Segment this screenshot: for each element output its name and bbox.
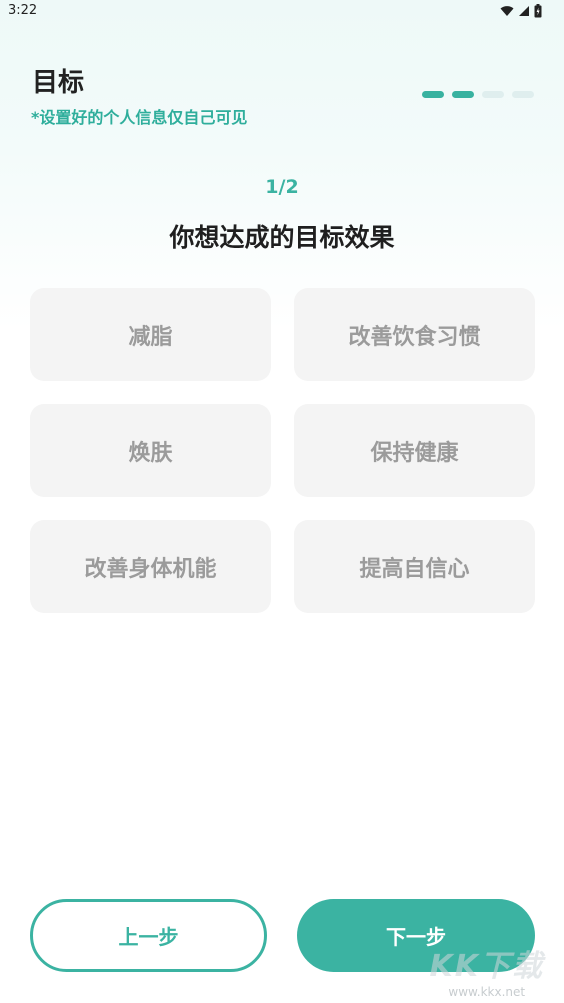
progress-dot	[452, 91, 474, 98]
battery-icon	[534, 4, 542, 18]
goal-option-fat-loss[interactable]: 减脂	[30, 288, 271, 381]
goal-option-boost-confidence[interactable]: 提高自信心	[294, 520, 535, 613]
goal-option-stay-healthy[interactable]: 保持健康	[294, 404, 535, 497]
watermark: KK下载 www.kkx.net	[430, 941, 545, 999]
progress-dot	[422, 91, 444, 98]
status-bar: 3:22	[0, 0, 564, 24]
previous-step-button[interactable]: 上一步	[30, 899, 267, 972]
wifi-icon	[500, 6, 514, 16]
watermark-logo: KK下载	[429, 949, 544, 984]
question-prompt: 你想达成的目标效果	[169, 223, 395, 252]
status-time: 3:22	[8, 3, 38, 18]
page-title: 目标	[32, 68, 85, 98]
progress-indicator	[422, 91, 534, 98]
goal-option-improve-diet[interactable]: 改善饮食习惯	[294, 288, 535, 381]
goal-option-skin-renewal[interactable]: 焕肤	[30, 404, 271, 497]
progress-dot	[482, 91, 504, 98]
goal-options-grid: 减脂 改善饮食习惯 焕肤 保持健康 改善身体机能 提高自信心	[30, 288, 535, 613]
system-icons	[500, 4, 542, 18]
goal-option-improve-body-function[interactable]: 改善身体机能	[30, 520, 271, 613]
watermark-url: www.kkx.net	[448, 985, 526, 999]
step-counter: 1/2	[265, 176, 299, 198]
cellular-signal-icon	[519, 6, 529, 16]
privacy-note: *设置好的个人信息仅自己可见	[31, 108, 248, 127]
progress-dot	[512, 91, 534, 98]
